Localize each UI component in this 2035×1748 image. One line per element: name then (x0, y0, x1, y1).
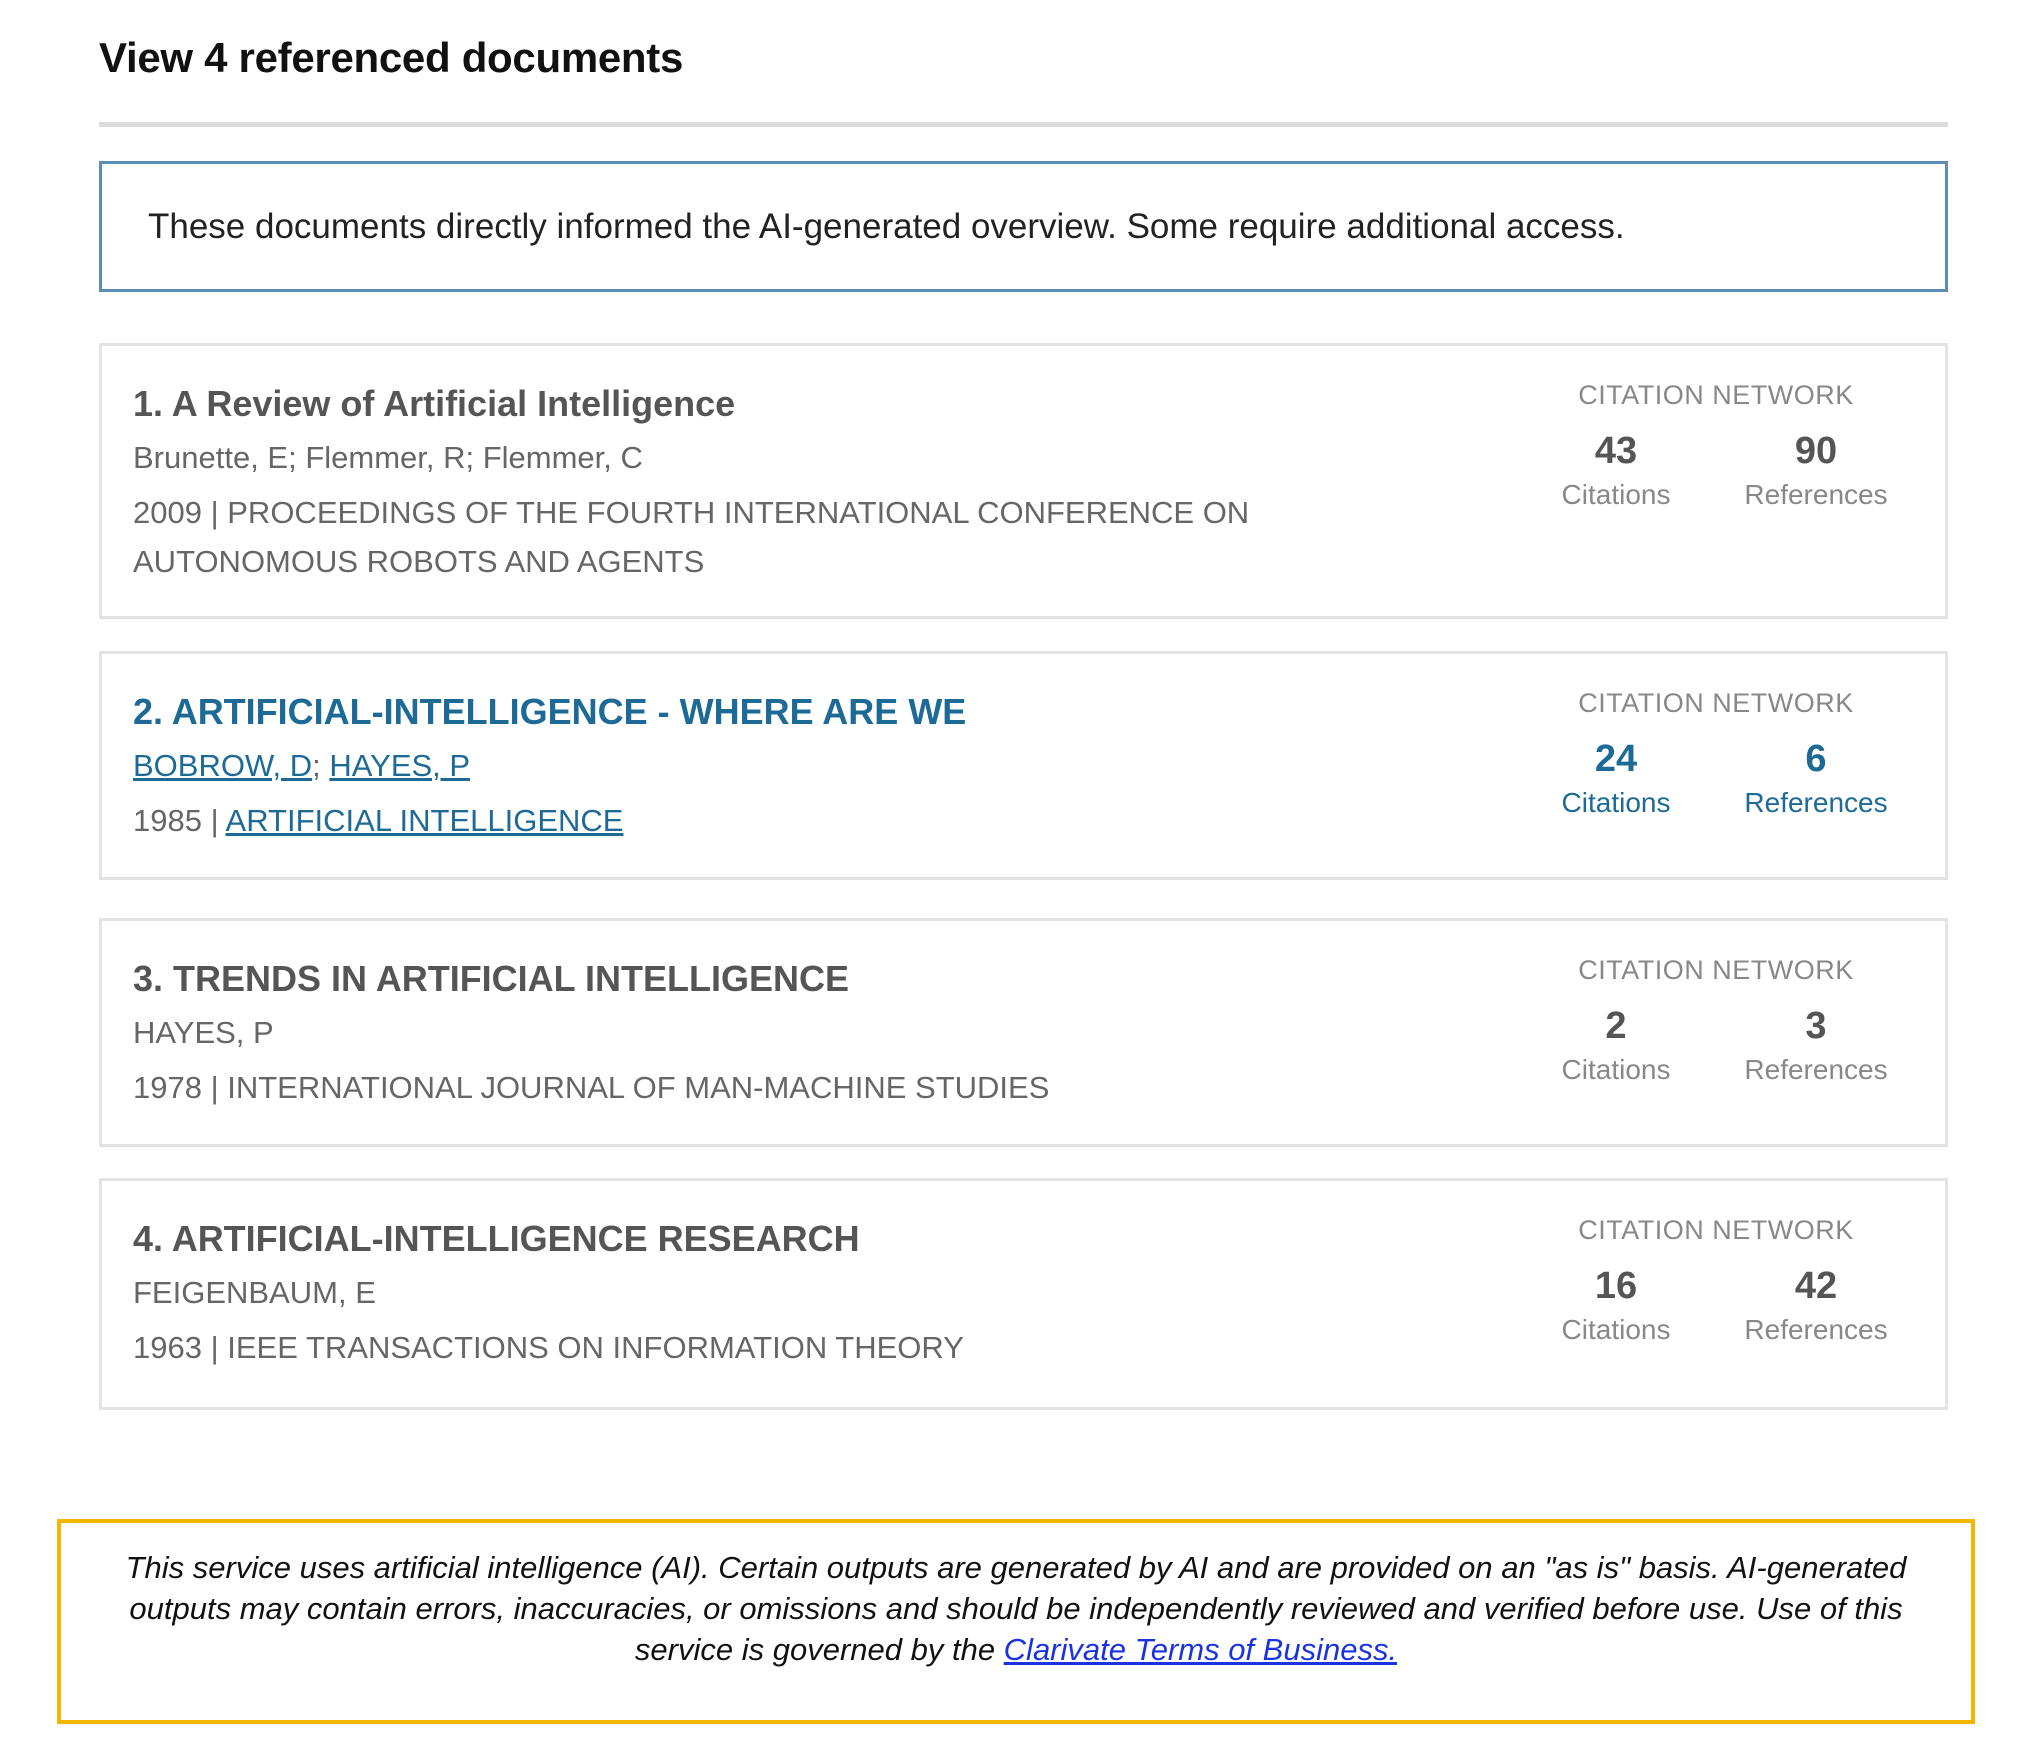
document-source: INTERNATIONAL JOURNAL OF MAN-MACHINE STU… (227, 1070, 1050, 1105)
document-year: 1978 (133, 1070, 202, 1105)
references-stat: 42 References (1741, 1264, 1891, 1346)
document-meta: 1978 | INTERNATIONAL JOURNAL OF MAN-MACH… (133, 1063, 1333, 1112)
references-label[interactable]: References (1741, 787, 1891, 819)
meta-separator: | (201, 1070, 228, 1105)
references-link[interactable]: 6 References (1741, 737, 1891, 819)
citation-network: CITATION NETWORK 24 Citations 6 Referenc… (1541, 688, 1891, 819)
citations-label: Citations (1561, 1314, 1671, 1345)
document-source: IEEE TRANSACTIONS ON INFORMATION THEORY (227, 1330, 964, 1365)
citation-network-label: CITATION NETWORK (1578, 688, 1854, 718)
citations-link[interactable]: 24 Citations (1541, 737, 1691, 819)
citation-network: CITATION NETWORK 16 Citations 42 Referen… (1541, 1215, 1891, 1346)
document-year: 1985 (133, 803, 202, 838)
document-authors: HAYES, P (133, 1015, 274, 1050)
terms-of-business-link[interactable]: Clarivate Terms of Business. (1004, 1632, 1397, 1667)
title-divider (99, 122, 1948, 127)
citations-stat: 43 Citations (1541, 429, 1691, 511)
citations-label[interactable]: Citations (1541, 787, 1691, 819)
citations-count: 2 (1605, 1005, 1627, 1047)
document-source-link[interactable]: ARTIFICIAL INTELLIGENCE (226, 803, 624, 838)
citations-count: 16 (1594, 1265, 1638, 1307)
references-label: References (1744, 1054, 1888, 1085)
document-title: 4. ARTIFICIAL-INTELLIGENCE RESEARCH (133, 1218, 860, 1259)
citations-count[interactable]: 24 (1541, 737, 1691, 781)
meta-separator: | (201, 1330, 228, 1365)
info-notice-text: These documents directly informed the AI… (148, 206, 1625, 246)
document-card-2: 2. ARTIFICIAL-INTELLIGENCE - WHERE ARE W… (99, 651, 1948, 880)
document-card-1: 1. A Review of Artificial Intelligence B… (99, 343, 1948, 619)
citation-network: CITATION NETWORK 43 Citations 90 Referen… (1541, 380, 1891, 511)
document-details: 4. ARTIFICIAL-INTELLIGENCE RESEARCH FEIG… (133, 1217, 1333, 1372)
citations-count: 43 (1594, 430, 1638, 472)
references-count: 90 (1794, 430, 1838, 472)
document-details: 1. A Review of Artificial Intelligence B… (133, 382, 1333, 586)
author-separator: ; (312, 748, 330, 783)
document-card-4: 4. ARTIFICIAL-INTELLIGENCE RESEARCH FEIG… (99, 1178, 1948, 1410)
references-label: References (1744, 479, 1888, 510)
citations-stat: 16 Citations (1541, 1264, 1691, 1346)
author-link-hayes[interactable]: HAYES, P (329, 748, 470, 783)
references-count: 3 (1805, 1005, 1827, 1047)
citation-network-label: CITATION NETWORK (1578, 955, 1854, 985)
info-notice: These documents directly informed the AI… (99, 161, 1948, 292)
citations-label: Citations (1561, 1054, 1671, 1085)
citations-stat: 2 Citations (1541, 1004, 1691, 1086)
citation-network: CITATION NETWORK 2 Citations 3 Reference… (1541, 955, 1891, 1086)
meta-separator: | (201, 495, 228, 530)
document-title-link[interactable]: 2. ARTIFICIAL-INTELLIGENCE - WHERE ARE W… (133, 690, 1333, 734)
meta-separator: | (201, 803, 226, 838)
document-authors: FEIGENBAUM, E (133, 1275, 376, 1310)
references-stat: 3 References (1741, 1004, 1891, 1086)
document-authors: BOBROW, D; HAYES, P (133, 746, 1333, 786)
citations-label: Citations (1561, 479, 1671, 510)
document-title: 3. TRENDS IN ARTIFICIAL INTELLIGENCE (133, 958, 850, 999)
document-meta: 1963 | IEEE TRANSACTIONS ON INFORMATION … (133, 1323, 1333, 1372)
document-details: 2. ARTIFICIAL-INTELLIGENCE - WHERE ARE W… (133, 690, 1333, 845)
document-meta: 1985 | ARTIFICIAL INTELLIGENCE (133, 796, 1333, 845)
document-year: 2009 (133, 495, 202, 530)
document-authors: Brunette, E; Flemmer, R; Flemmer, C (133, 440, 643, 475)
document-title: 1. A Review of Artificial Intelligence (133, 383, 736, 424)
references-stat: 90 References (1741, 429, 1891, 511)
document-source: PROCEEDINGS OF THE FOURTH INTERNATIONAL … (133, 495, 1250, 579)
references-label: References (1744, 1314, 1888, 1345)
citation-network-label: CITATION NETWORK (1578, 380, 1854, 410)
references-count[interactable]: 6 (1741, 737, 1891, 781)
page-title: View 4 referenced documents (99, 34, 684, 81)
references-count: 42 (1794, 1265, 1838, 1307)
document-meta: 2009 | PROCEEDINGS OF THE FOURTH INTERNA… (133, 488, 1333, 586)
author-link-bobrow[interactable]: BOBROW, D (133, 748, 312, 783)
ai-disclaimer: This service uses artificial intelligenc… (57, 1519, 1975, 1724)
document-card-3: 3. TRENDS IN ARTIFICIAL INTELLIGENCE HAY… (99, 918, 1948, 1147)
document-details: 3. TRENDS IN ARTIFICIAL INTELLIGENCE HAY… (133, 957, 1333, 1112)
document-year: 1963 (133, 1330, 202, 1365)
citation-network-label: CITATION NETWORK (1578, 1215, 1854, 1245)
